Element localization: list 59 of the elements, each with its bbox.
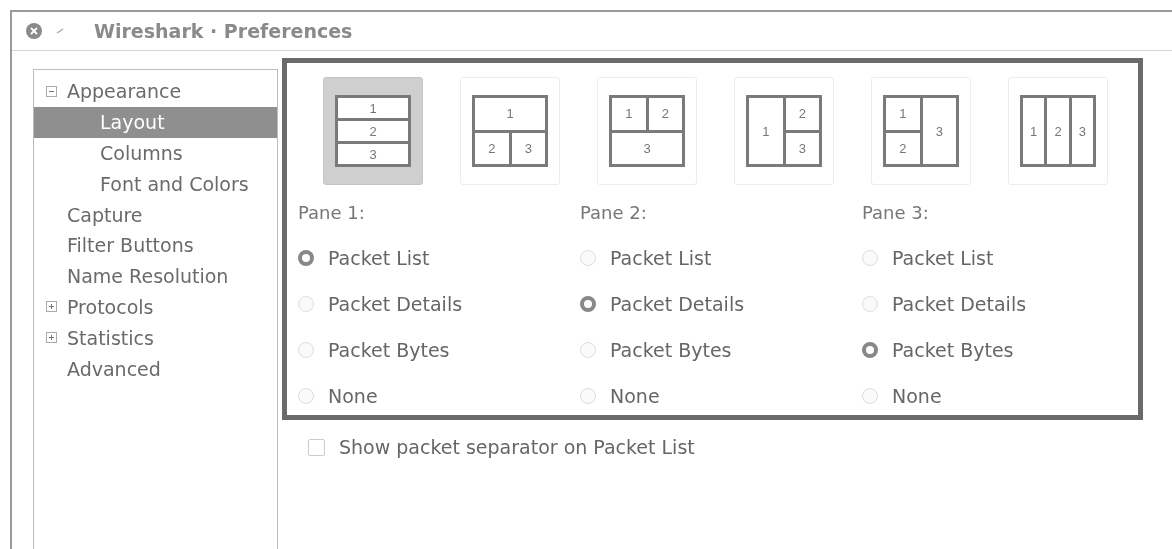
expand-icon[interactable] xyxy=(46,301,57,313)
layout-button[interactable]: 1 2 3 xyxy=(734,77,834,185)
pane-number: 2 xyxy=(1047,98,1069,164)
pane-number: 1 xyxy=(338,98,408,118)
tree-item[interactable]: Protocols xyxy=(34,291,277,323)
pane-number: 3 xyxy=(511,132,545,164)
layout-button[interactable]: 1 2 3 xyxy=(1008,77,1108,185)
collapse-icon[interactable] xyxy=(46,85,57,97)
radio-option[interactable]: Packet List xyxy=(580,235,862,281)
radio-option[interactable]: Packet List xyxy=(862,235,1144,281)
radio-option[interactable]: Packet Details xyxy=(298,281,580,327)
pane-number: 1 xyxy=(475,98,545,130)
pane-label: Pane 1: xyxy=(298,200,366,225)
pane-label: Pane 2: xyxy=(580,200,648,225)
tree-item[interactable]: Font and Colors xyxy=(34,168,277,200)
pane-number: 1 xyxy=(886,98,920,130)
tree-item[interactable]: Columns xyxy=(34,137,277,169)
checkbox[interactable] xyxy=(308,438,325,456)
radio-option[interactable]: Packet List xyxy=(298,235,580,281)
pane-number: 2 xyxy=(648,98,682,130)
layout-button[interactable]: 1 2 3 xyxy=(323,77,423,185)
radio-option[interactable]: Packet Bytes xyxy=(862,327,1144,373)
expand-icon[interactable] xyxy=(46,332,57,344)
radio-button[interactable] xyxy=(580,296,596,312)
radio-option[interactable]: None xyxy=(862,373,1144,419)
layout-button[interactable]: 1 2 3 xyxy=(871,77,971,185)
pane-number: 1 xyxy=(612,98,646,130)
window-title: Wireshark · Preferences xyxy=(94,20,353,42)
close-icon[interactable] xyxy=(26,23,42,39)
pane-number: 2 xyxy=(475,132,509,164)
layout-button[interactable]: 1 2 3 xyxy=(597,77,697,185)
tree-item[interactable]: Layout xyxy=(34,106,277,138)
layout-button[interactable]: 1 2 3 xyxy=(460,77,560,185)
pane-number: 1 xyxy=(749,98,783,164)
radio-option[interactable]: Packet Details xyxy=(862,281,1144,327)
radio-option[interactable]: None xyxy=(580,373,862,419)
pane-number: 2 xyxy=(785,98,819,130)
tree-item[interactable]: Name Resolution xyxy=(34,260,277,292)
pane-number: 2 xyxy=(338,121,408,141)
tree-item[interactable]: Appearance xyxy=(34,76,277,107)
tree-item[interactable]: Filter Buttons xyxy=(34,230,277,261)
pane-number: 2 xyxy=(886,132,920,164)
tree-item[interactable]: Capture xyxy=(34,199,277,230)
pane-number: 3 xyxy=(1071,98,1093,164)
radio-option[interactable]: None xyxy=(298,373,580,419)
pane-label: Pane 3: xyxy=(862,200,930,225)
tree-item[interactable]: Statistics xyxy=(34,322,277,354)
tree-item[interactable]: Advanced xyxy=(34,353,277,384)
radio-option[interactable]: Packet Bytes xyxy=(298,327,580,373)
pane-number: 3 xyxy=(922,98,956,164)
radio-button[interactable] xyxy=(298,250,314,266)
radio-button[interactable] xyxy=(862,342,878,358)
radio-option[interactable]: Packet Details xyxy=(580,281,862,327)
pane-number: 3 xyxy=(612,132,682,164)
pane-number: 3 xyxy=(338,144,408,164)
radio-option[interactable]: Packet Bytes xyxy=(580,327,862,373)
pane-number: 1 xyxy=(1023,98,1045,164)
checkbox-option[interactable]: Show packet separator on Packet List xyxy=(282,420,1143,458)
pane-number: 3 xyxy=(785,132,819,164)
